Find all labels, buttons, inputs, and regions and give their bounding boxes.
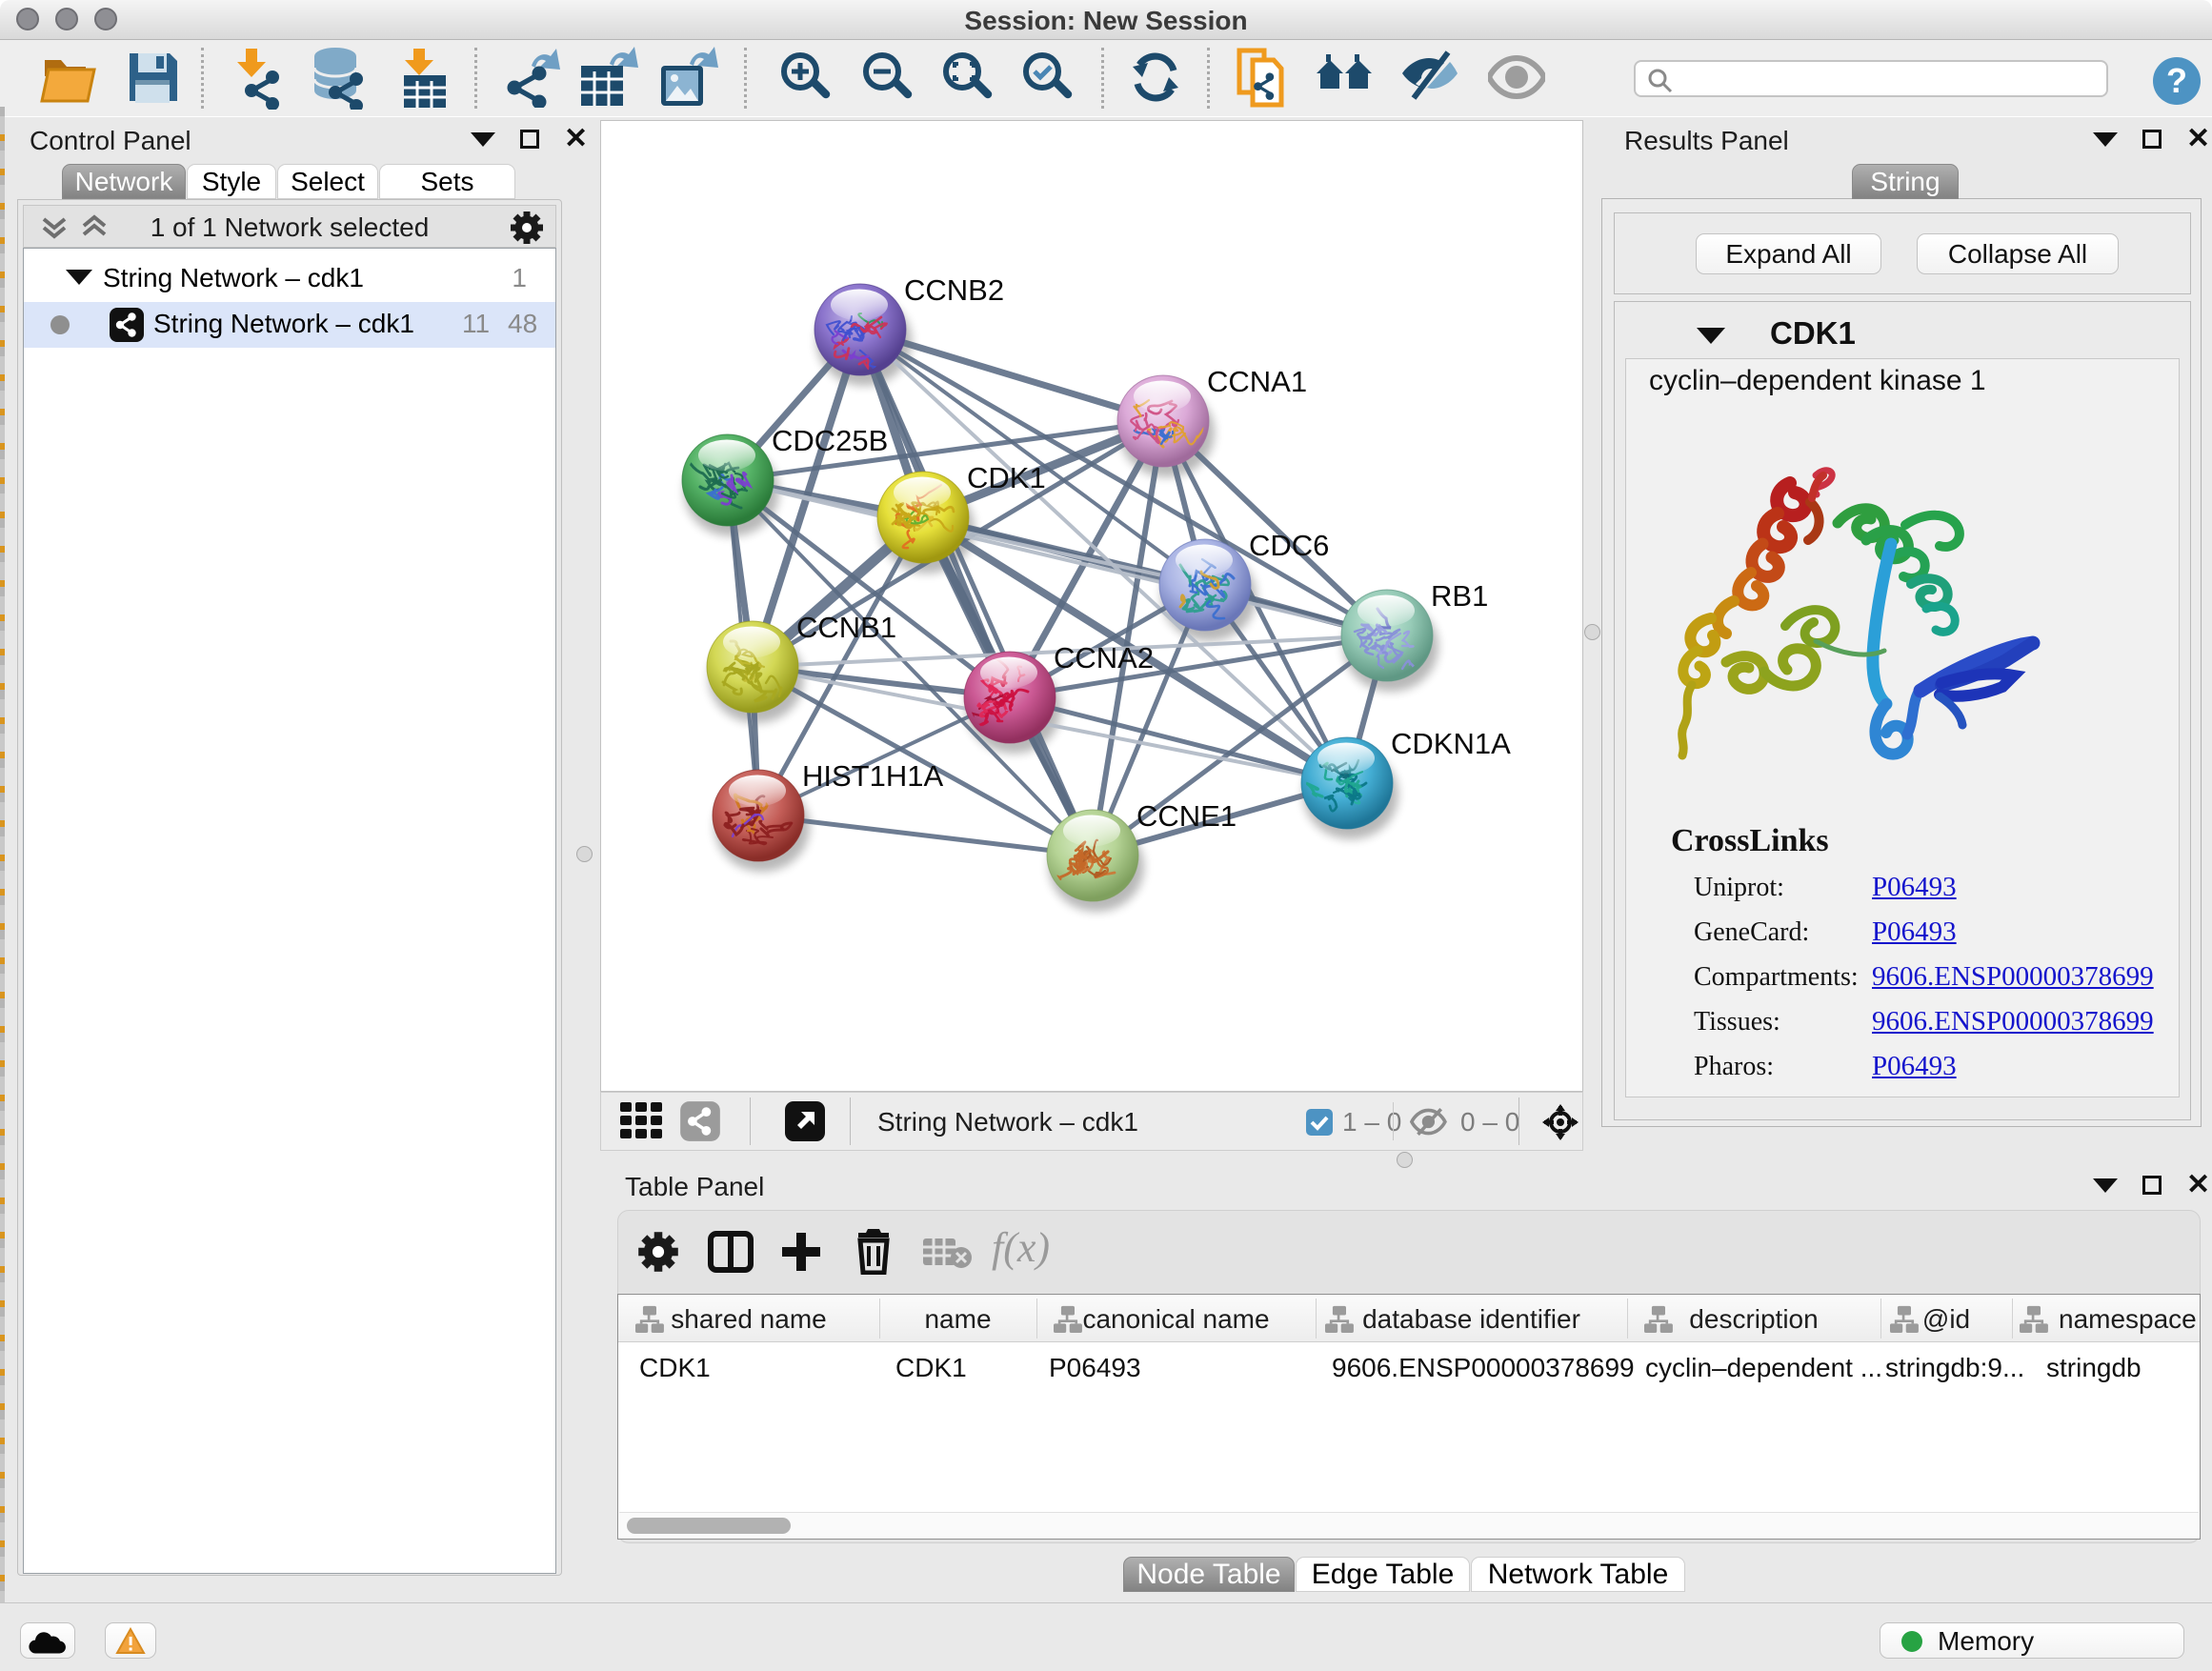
svg-text:HIST1H1A: HIST1H1A [802, 759, 943, 793]
svg-text:RB1: RB1 [1431, 579, 1488, 613]
svg-text:CCNB1: CCNB1 [796, 611, 896, 644]
svg-text:CCNA2: CCNA2 [1054, 641, 1154, 674]
svg-text:CDK1: CDK1 [967, 461, 1046, 494]
svg-text:CCNB2: CCNB2 [904, 273, 1004, 307]
svg-text:CCNA1: CCNA1 [1207, 365, 1307, 398]
svg-text:CDC6: CDC6 [1249, 529, 1329, 562]
svg-text:CDC25B: CDC25B [772, 424, 888, 457]
svg-text:CDKN1A: CDKN1A [1391, 727, 1511, 760]
svg-text:CCNE1: CCNE1 [1136, 799, 1237, 833]
